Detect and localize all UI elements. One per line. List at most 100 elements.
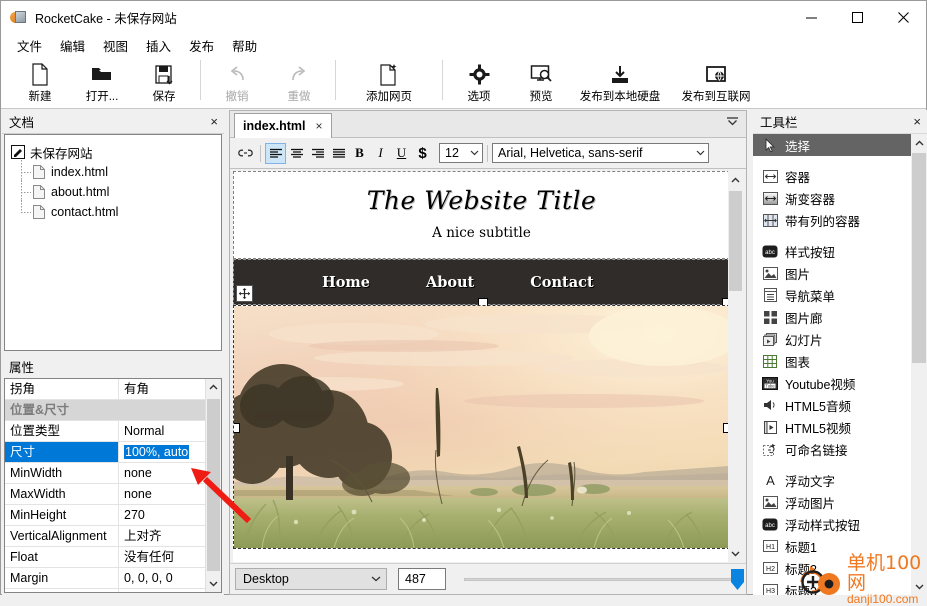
toolbar-options-button[interactable]: 选项 xyxy=(448,57,510,107)
hero-image-block[interactable] xyxy=(233,305,730,549)
move-handle-icon[interactable] xyxy=(236,285,253,302)
documents-panel-close-icon[interactable]: × xyxy=(210,115,218,128)
close-button[interactable] xyxy=(880,1,926,33)
toolbar-open-button[interactable]: 打开... xyxy=(71,57,133,107)
toolbox-scrollbar[interactable] xyxy=(911,134,927,595)
document-tree[interactable]: 未保存网站 index.html about.html contact.html xyxy=(4,134,222,351)
underline-button[interactable]: U xyxy=(391,143,412,164)
align-justify-button[interactable] xyxy=(328,143,349,164)
link-icon[interactable] xyxy=(235,143,256,164)
toolbox-scrollbar-thumb[interactable] xyxy=(912,153,926,363)
nav-link-about[interactable]: About xyxy=(426,274,474,291)
site-title[interactable]: The Website Title xyxy=(234,186,729,215)
toolbar-add-page-button[interactable]: 添加网页 xyxy=(341,57,437,107)
toolbox-item-gallery[interactable]: 图片廊 xyxy=(753,306,911,328)
viewport-width-slider[interactable] xyxy=(464,568,746,590)
viewport-width-input[interactable]: 487 xyxy=(398,568,446,590)
chevron-up-icon[interactable] xyxy=(728,171,743,188)
nav-link-home[interactable]: Home xyxy=(322,274,370,291)
toolbox-item-heading1[interactable]: H1 标题1 xyxy=(753,535,911,557)
resize-handle-left-middle[interactable] xyxy=(233,423,240,433)
toolbar-publish-local-button[interactable]: 发布到本地硬盘 xyxy=(572,57,668,107)
toolbox-panel-close-icon[interactable]: × xyxy=(913,115,921,128)
nav-link-contact[interactable]: Contact xyxy=(530,274,593,291)
tree-item-contact[interactable]: contact.html xyxy=(11,202,221,222)
toolbar-new-button[interactable]: 新建 xyxy=(9,57,71,107)
toolbox-item-column-container[interactable]: 带有列的容器 xyxy=(753,209,911,231)
chevron-up-icon[interactable] xyxy=(911,134,927,151)
toolbox-item-anchor-link[interactable]: 可命名链接 xyxy=(753,438,911,460)
menu-insert[interactable]: 插入 xyxy=(137,33,180,58)
toolbox-item-floating-image[interactable]: 浮动图片 xyxy=(753,491,911,513)
menu-view[interactable]: 视图 xyxy=(94,33,137,58)
align-left-button[interactable] xyxy=(265,143,286,164)
toolbox-item-nav-menu[interactable]: 导航菜单 xyxy=(753,284,911,306)
chevron-down-icon[interactable] xyxy=(206,576,221,592)
toolbox-item-heading2[interactable]: H2 标题2 xyxy=(753,557,911,579)
tab-close-icon[interactable]: × xyxy=(316,119,323,133)
tab-list-icon[interactable] xyxy=(727,117,738,129)
toolbox-item-floating-style-button[interactable]: abc 浮动样式按钮 xyxy=(753,513,911,535)
slider-knob[interactable] xyxy=(731,569,744,590)
tree-item-about[interactable]: about.html xyxy=(11,182,221,202)
chevron-down-icon[interactable] xyxy=(728,545,743,562)
property-row[interactable]: MinWidth none xyxy=(5,463,221,484)
chevron-up-icon[interactable] xyxy=(206,379,221,395)
toolbox-item-youtube[interactable]: YouTube Youtube视频 xyxy=(753,372,911,394)
toolbox-list[interactable]: 选择 容器 渐变容器 xyxy=(753,134,927,595)
toolbar-save-button[interactable]: 保存 xyxy=(133,57,195,107)
property-row[interactable]: Margin 0, 0, 0, 0 xyxy=(5,568,221,589)
toolbox-item-heading3[interactable]: H3 标题3 xyxy=(753,579,911,595)
property-row[interactable]: 位置类型 Normal xyxy=(5,421,221,442)
toolbar-preview-button[interactable]: 预览 xyxy=(510,57,572,107)
toolbox-item-container[interactable]: 容器 xyxy=(753,165,911,187)
toolbox-item-table[interactable]: 图表 xyxy=(753,350,911,372)
align-right-button[interactable] xyxy=(307,143,328,164)
property-row[interactable]: MaxWidth none xyxy=(5,484,221,505)
maximize-button[interactable] xyxy=(834,1,880,33)
menu-publish[interactable]: 发布 xyxy=(180,33,223,58)
property-row[interactable]: VerticalAlignment 上对齐 xyxy=(5,526,221,547)
toolbox-item-image[interactable]: 图片 xyxy=(753,262,911,284)
property-row[interactable]: Float 没有任何 xyxy=(5,547,221,568)
chevron-down-icon[interactable] xyxy=(911,578,927,595)
toolbox-item-slideshow[interactable]: 幻灯片 xyxy=(753,328,911,350)
bold-button[interactable]: B xyxy=(349,143,370,164)
toolbox-item-gradient-container[interactable]: 渐变容器 xyxy=(753,187,911,209)
font-size-select[interactable]: 12 xyxy=(439,143,483,163)
align-center-button[interactable] xyxy=(286,143,307,164)
toolbox-item-html5-video[interactable]: HTML5视频 xyxy=(753,416,911,438)
italic-button[interactable]: I xyxy=(370,143,391,164)
toolbox-item-style-button[interactable]: abc 样式按钮 xyxy=(753,240,911,262)
site-subtitle[interactable]: A nice subtitle xyxy=(234,225,729,241)
toolbar-publish-web-button[interactable]: 发布到互联网 xyxy=(668,57,764,107)
toolbox-item-html5-audio[interactable]: HTML5音频 xyxy=(753,394,911,416)
tree-root-site[interactable]: 未保存网站 xyxy=(11,142,221,162)
site-nav-block[interactable]: Home About Contact xyxy=(233,259,730,305)
menu-file[interactable]: 文件 xyxy=(8,33,51,58)
toolbox-item-floating-text[interactable]: A 浮动文字 xyxy=(753,469,911,491)
toolbar-redo-button[interactable]: 重做 xyxy=(268,57,330,107)
property-row[interactable]: 填充 10, 10, 10, 10 xyxy=(5,589,221,593)
canvas-scrollbar-thumb[interactable] xyxy=(729,191,742,291)
tab-index-html[interactable]: index.html × xyxy=(234,113,332,138)
site-header-block[interactable]: The Website Title A nice subtitle xyxy=(233,171,730,259)
properties-scrollbar[interactable] xyxy=(205,379,221,592)
properties-grid[interactable]: 拐角 有角 位置&尺寸 位置类型 Normal 尺寸 100%, auto Mi… xyxy=(4,378,222,593)
properties-scrollbar-thumb[interactable] xyxy=(207,399,220,571)
device-select[interactable]: Desktop xyxy=(235,568,387,590)
canvas-scrollbar[interactable] xyxy=(728,171,743,562)
minimize-button[interactable] xyxy=(788,1,834,33)
property-row[interactable]: MinHeight 270 xyxy=(5,505,221,526)
style-button[interactable]: $ xyxy=(412,143,433,164)
menu-edit[interactable]: 编辑 xyxy=(51,33,94,58)
menu-help[interactable]: 帮助 xyxy=(223,33,266,58)
property-row[interactable]: 拐角 有角 xyxy=(5,379,221,400)
toolbar-undo-button[interactable]: 撤销 xyxy=(206,57,268,107)
toolbox-item-select[interactable]: 选择 xyxy=(753,134,911,156)
font-family-select[interactable]: Arial, Helvetica, sans-serif xyxy=(492,143,709,163)
tree-item-index[interactable]: index.html xyxy=(11,162,221,182)
page-canvas[interactable]: The Website Title A nice subtitle Home A… xyxy=(233,171,730,562)
property-row-selected[interactable]: 尺寸 100%, auto xyxy=(5,442,221,463)
publish-disk-icon xyxy=(609,61,631,87)
